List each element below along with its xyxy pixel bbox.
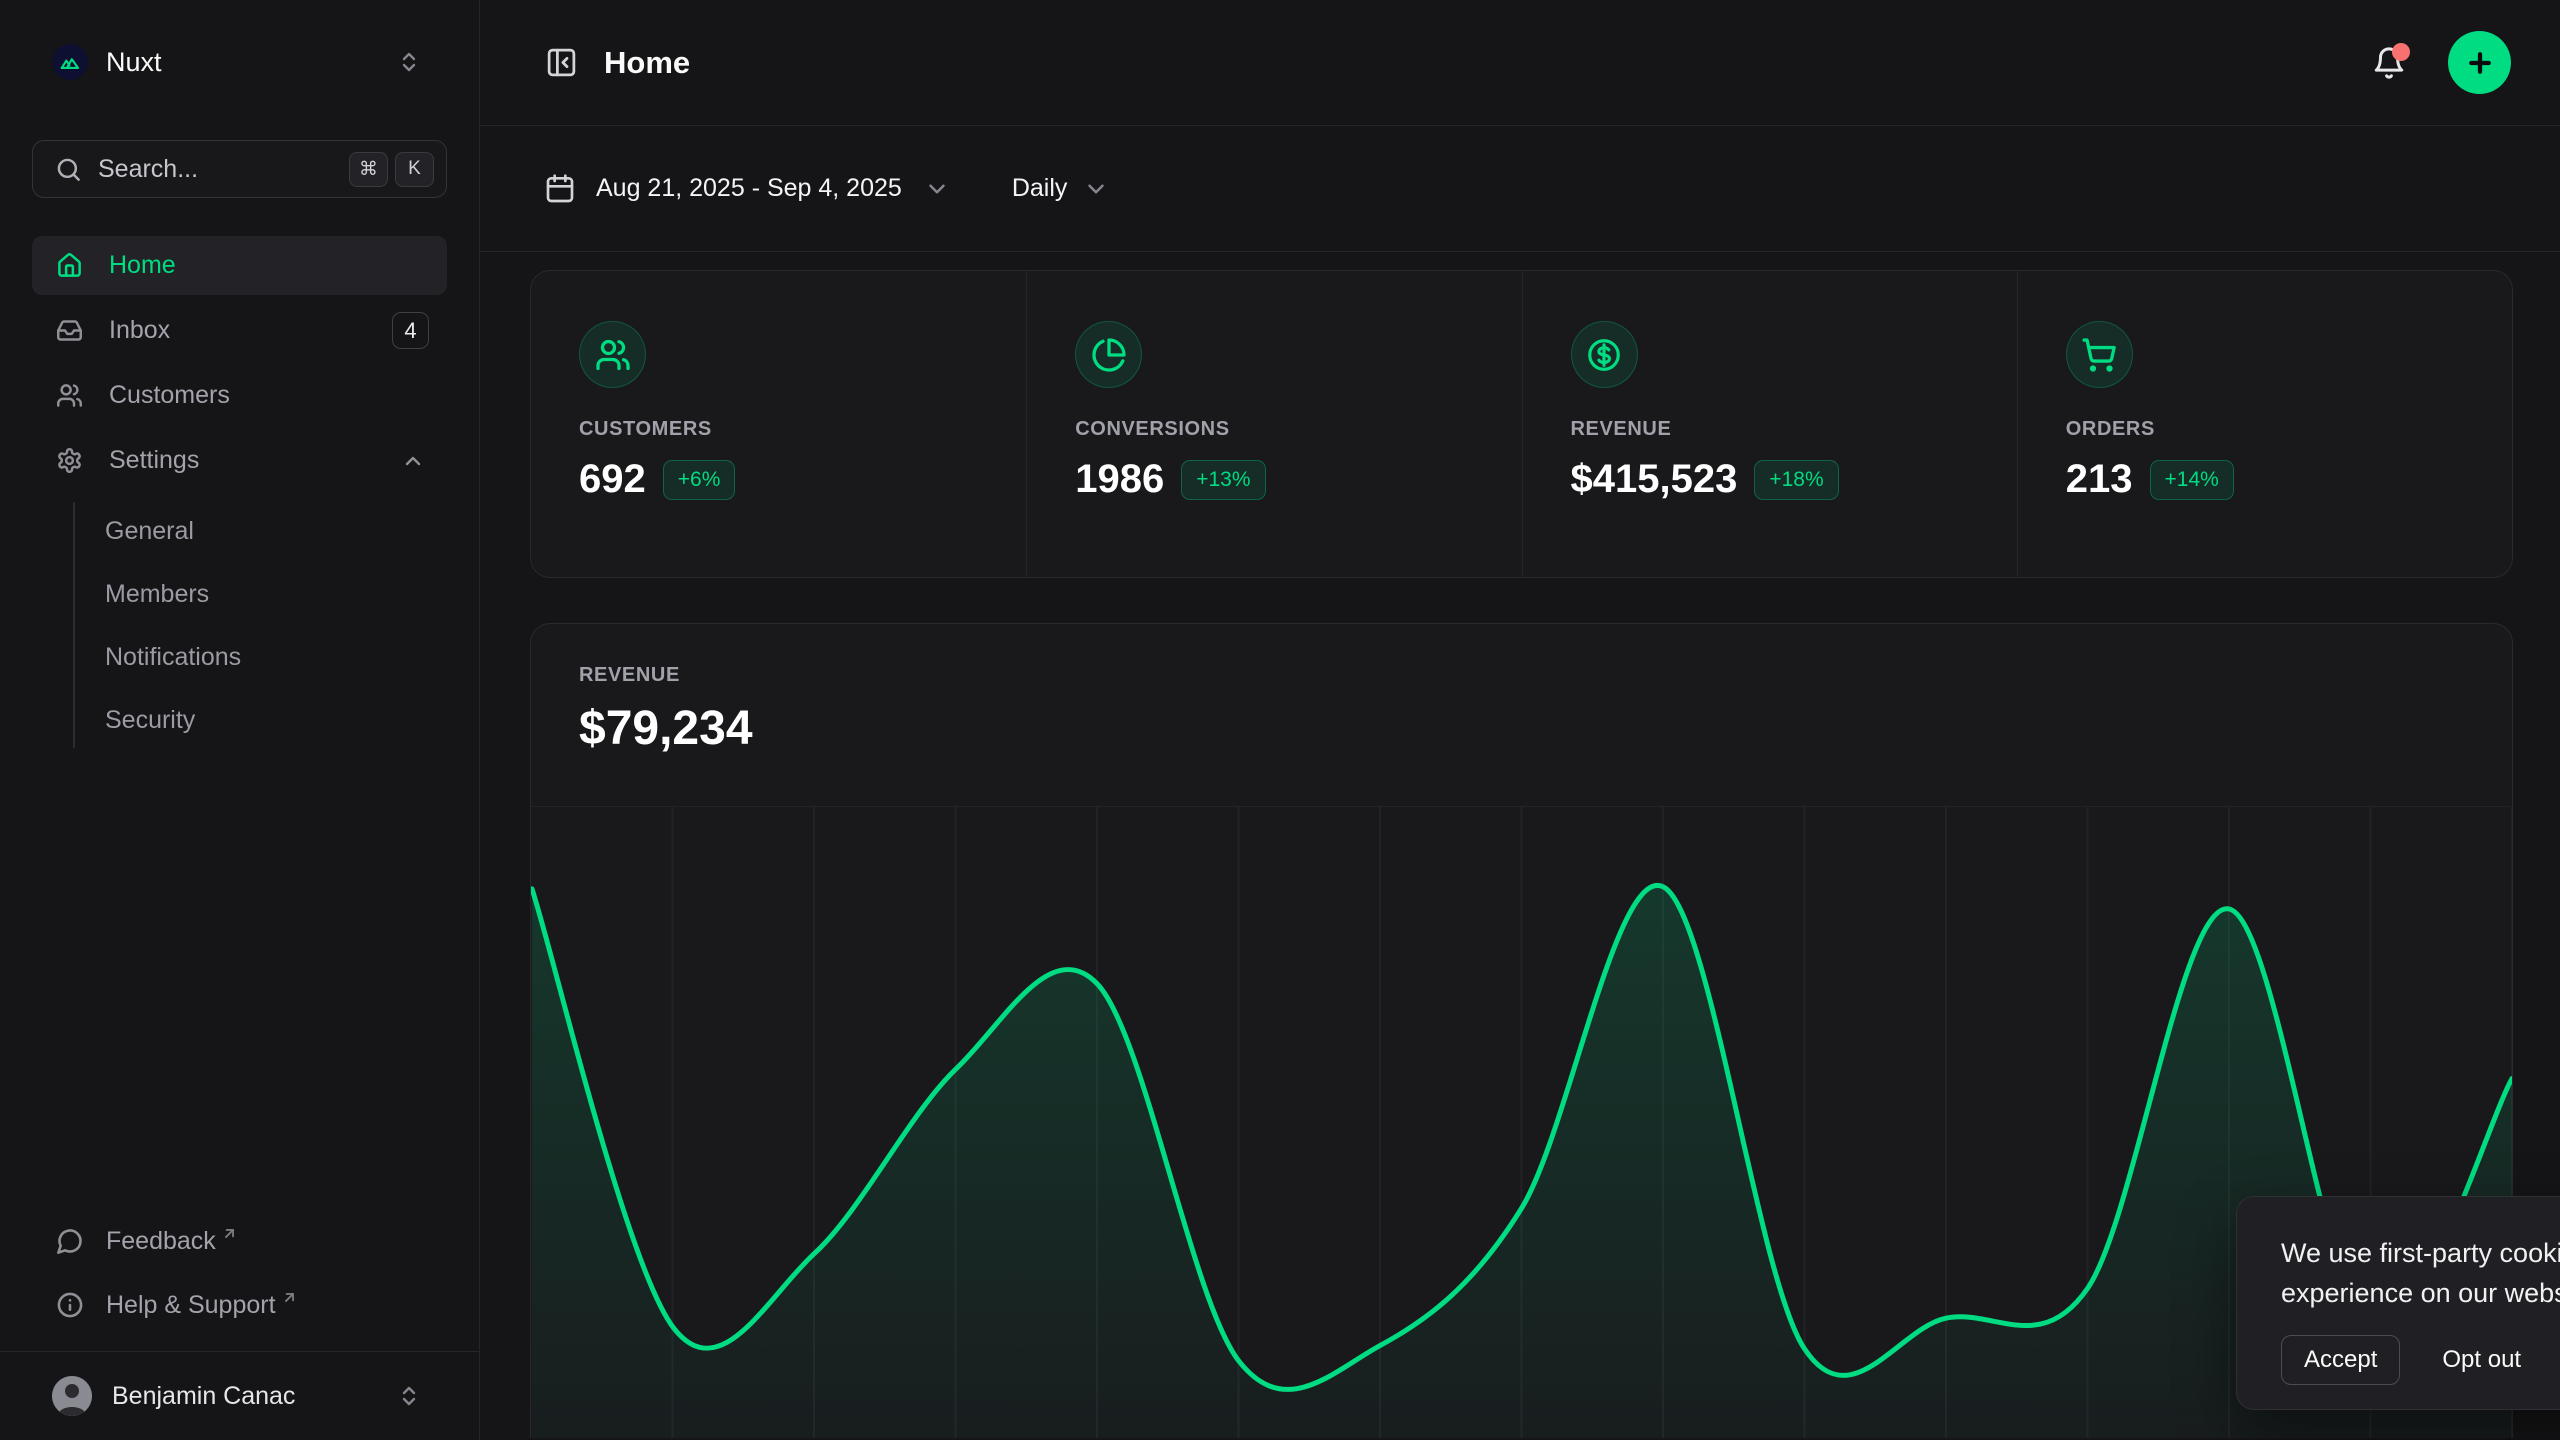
revenue-chart-value: $79,234 [579,701,2464,756]
stat-delta-badge: +18% [1754,460,1838,500]
date-range-picker[interactable]: Aug 21, 2025 - Sep 4, 2025 [544,173,950,205]
sidebar-item-home[interactable]: Home [32,236,447,295]
user-menu[interactable]: Benjamin Canac [52,1368,421,1424]
notifications-button[interactable] [2372,46,2406,80]
cookie-message: We use first-party cookies to enhance yo… [2281,1233,2560,1313]
sidebar-item-general[interactable]: General [32,500,447,563]
sidebar-item-label: Settings [109,446,199,475]
help-support-label: Help & Support [106,1291,276,1320]
page-title: Home [604,45,690,81]
message-bubble-icon [56,1227,84,1255]
pie-chart-icon [1075,321,1142,388]
search-input[interactable]: Search... ⌘ K [32,140,447,198]
revenue-chart-card: REVENUE $79,234 [530,623,2513,1438]
topbar: Home [480,0,2560,126]
settings-sub-list: General Members Notifications Security [32,496,447,758]
stat-label: CONVERSIONS [1075,418,1481,441]
workspace-switcher[interactable]: Nuxt [32,38,447,86]
feedback-link[interactable]: Feedback [32,1213,447,1269]
revenue-area-chart[interactable] [531,806,2512,1438]
chevrons-up-down-icon [397,1384,421,1408]
users-icon [579,321,646,388]
sidebar-nav: Home Inbox 4 Customers [32,236,447,758]
sub-item-label: Security [105,706,195,735]
sidebar-user-area: Benjamin Canac [0,1351,479,1440]
sidebar-item-settings[interactable]: Settings [32,431,447,490]
chevron-down-icon [1083,176,1109,202]
search-placeholder: Search... [98,155,342,184]
revenue-chart-svg [531,807,2512,1438]
opt-out-button[interactable]: Opt out [2442,1346,2521,1374]
external-link-arrow-icon [221,1225,238,1242]
sidebar-item-security[interactable]: Security [32,689,447,752]
sidebar: Nuxt Search... ⌘ K Home [0,0,480,1440]
stat-conversions[interactable]: CONVERSIONS 1986 +13% [1026,271,1521,577]
stat-delta-badge: +13% [1181,460,1265,500]
revenue-chart-label: REVENUE [579,664,2464,687]
chevron-down-icon [924,176,950,202]
stat-delta-badge: +6% [663,460,736,500]
external-link-arrow-icon [281,1289,298,1306]
filter-bar: Aug 21, 2025 - Sep 4, 2025 Daily [480,126,2560,252]
sub-item-label: Members [105,580,209,609]
stat-delta-badge: +14% [2150,460,2234,500]
stat-customers[interactable]: CUSTOMERS 692 +6% [531,271,1026,577]
user-name: Benjamin Canac [112,1382,295,1411]
stat-label: ORDERS [2066,418,2472,441]
stat-value: 692 [579,457,646,502]
calendar-icon [544,173,576,205]
sidebar-item-inbox[interactable]: Inbox 4 [32,301,447,360]
shopping-cart-icon [2066,321,2133,388]
search-icon [55,156,82,183]
sidebar-item-customers[interactable]: Customers [32,366,447,425]
sidebar-footer-links: Feedback Help & Support [32,1213,447,1343]
granularity-value: Daily [1012,174,1068,203]
sub-item-label: Notifications [105,643,241,672]
collapse-sidebar-icon[interactable] [545,46,578,79]
stat-label: CUSTOMERS [579,418,986,441]
inbox-count-badge: 4 [392,312,429,349]
add-button[interactable] [2448,31,2511,94]
chevron-up-icon [401,449,425,473]
kbd-k: K [395,152,434,187]
home-icon [56,252,83,279]
help-support-link[interactable]: Help & Support [32,1277,447,1333]
feedback-label: Feedback [106,1227,216,1256]
sidebar-item-label: Home [109,251,176,280]
date-range-value: Aug 21, 2025 - Sep 4, 2025 [596,174,902,203]
users-icon [56,382,83,409]
sidebar-item-notifications[interactable]: Notifications [32,626,447,689]
stat-revenue[interactable]: REVENUE $415,523 +18% [1522,271,2017,577]
stats-row: CUSTOMERS 692 +6% CONVERSIONS 1986 +13% [530,270,2513,578]
user-avatar [52,1376,92,1416]
stat-value: 1986 [1075,457,1164,502]
main-area: Home Aug 21, 2025 - Sep 4, 2025 [480,0,2560,1440]
sidebar-item-members[interactable]: Members [32,563,447,626]
info-circle-icon [56,1291,84,1319]
dollar-circle-icon [1571,321,1638,388]
chevrons-up-down-icon [397,50,421,74]
gear-icon [56,447,83,474]
plus-icon [2465,48,2495,78]
stat-orders[interactable]: ORDERS 213 +14% [2017,271,2512,577]
workspace-name: Nuxt [106,47,162,78]
sidebar-item-label: Inbox [109,316,170,345]
notification-dot [2392,43,2410,61]
stat-value: 213 [2066,457,2133,502]
granularity-select[interactable]: Daily [1012,174,1110,203]
stat-label: REVENUE [1571,418,1977,441]
cookie-banner: We use first-party cookies to enhance yo… [2236,1196,2560,1410]
inbox-icon [56,317,83,344]
stat-value: $415,523 [1571,457,1738,502]
sidebar-item-label: Customers [109,381,230,410]
kbd-meta: ⌘ [349,152,388,187]
nuxt-logo-icon [52,44,88,80]
accept-cookies-button[interactable]: Accept [2281,1335,2400,1385]
sub-item-label: General [105,517,194,546]
